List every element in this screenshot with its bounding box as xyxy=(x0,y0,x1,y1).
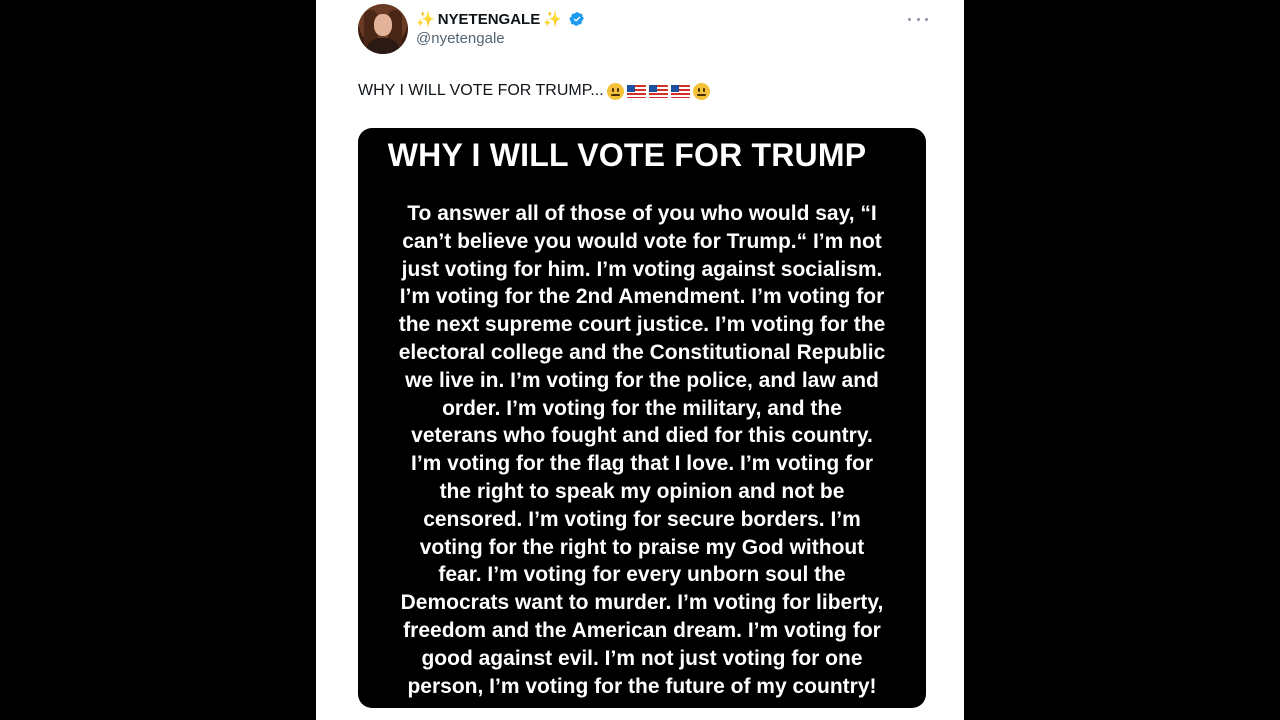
video-frame: ✨ NYETENGALE ✨ @nyetengale WHY I WILL VO… xyxy=(0,0,1280,720)
tweet-card: ✨ NYETENGALE ✨ @nyetengale WHY I WILL VO… xyxy=(316,0,964,720)
face-with-raised-eyebrow-icon xyxy=(606,82,624,100)
author-handle[interactable]: @nyetengale xyxy=(416,30,505,47)
media-line: freedom and the American dream. I’m voti… xyxy=(403,618,881,642)
media-line: order. I’m voting for the military, and … xyxy=(442,396,842,420)
media-line: Democrats want to murder. I’m voting for… xyxy=(400,591,884,615)
verified-badge-icon xyxy=(569,12,584,26)
media-body: To answer all of those of you who would … xyxy=(358,200,926,700)
media-line: electoral college and the Constitutional… xyxy=(398,340,886,364)
us-flag-icon xyxy=(648,84,668,98)
media-line: censored. I’m voting for secure borders.… xyxy=(423,507,861,531)
media-line: we live in. I’m voting for the police, a… xyxy=(405,368,879,392)
media-line: can’t believe you would vote for Trump.“… xyxy=(402,229,882,253)
media-line: To answer all of those of you who would … xyxy=(407,202,877,225)
dot-icon xyxy=(908,17,911,21)
sparkle-icon: ✨ xyxy=(416,11,435,28)
media-line: the right to speak my opinion and not be xyxy=(439,479,845,503)
tweet-text: WHY I WILL VOTE FOR TRUMP... xyxy=(358,82,710,100)
us-flag-icon xyxy=(626,84,646,98)
face-with-raised-eyebrow-icon xyxy=(692,82,710,100)
author-name-row[interactable]: ✨ NYETENGALE ✨ xyxy=(416,9,585,29)
media-line: good against evil. I’m not just voting f… xyxy=(421,646,863,670)
display-name[interactable]: NYETENGALE xyxy=(438,11,541,28)
more-options-icon[interactable] xyxy=(908,12,928,26)
us-flag-icon xyxy=(670,84,690,98)
tweet-text-content: WHY I WILL VOTE FOR TRUMP... xyxy=(358,82,604,99)
dot-icon xyxy=(925,17,928,21)
media-line: I’m voting for the flag that I love. I’m… xyxy=(410,452,873,476)
avatar-face xyxy=(374,14,392,36)
media-line: veterans who fought and died for this co… xyxy=(411,424,873,448)
dot-icon xyxy=(916,17,920,21)
avatar-body xyxy=(366,38,400,54)
avatar[interactable] xyxy=(358,4,408,54)
sparkle-icon: ✨ xyxy=(543,11,562,28)
tweet-media-image[interactable]: WHY I WILL VOTE FOR TRUMP To answer all … xyxy=(358,128,926,708)
media-line: voting for the right to praise my God wi… xyxy=(419,535,865,559)
media-line: I’m voting for the 2nd Amendment. I’m vo… xyxy=(399,285,885,309)
media-title: WHY I WILL VOTE FOR TRUMP xyxy=(387,137,867,173)
media-line: person, I’m voting for the future of my … xyxy=(407,674,877,698)
media-line: fear. I’m voting for every unborn soul t… xyxy=(438,563,846,587)
media-line: just voting for him. I’m voting against … xyxy=(401,257,883,281)
media-line: the next supreme court justice. I’m voti… xyxy=(398,313,886,337)
